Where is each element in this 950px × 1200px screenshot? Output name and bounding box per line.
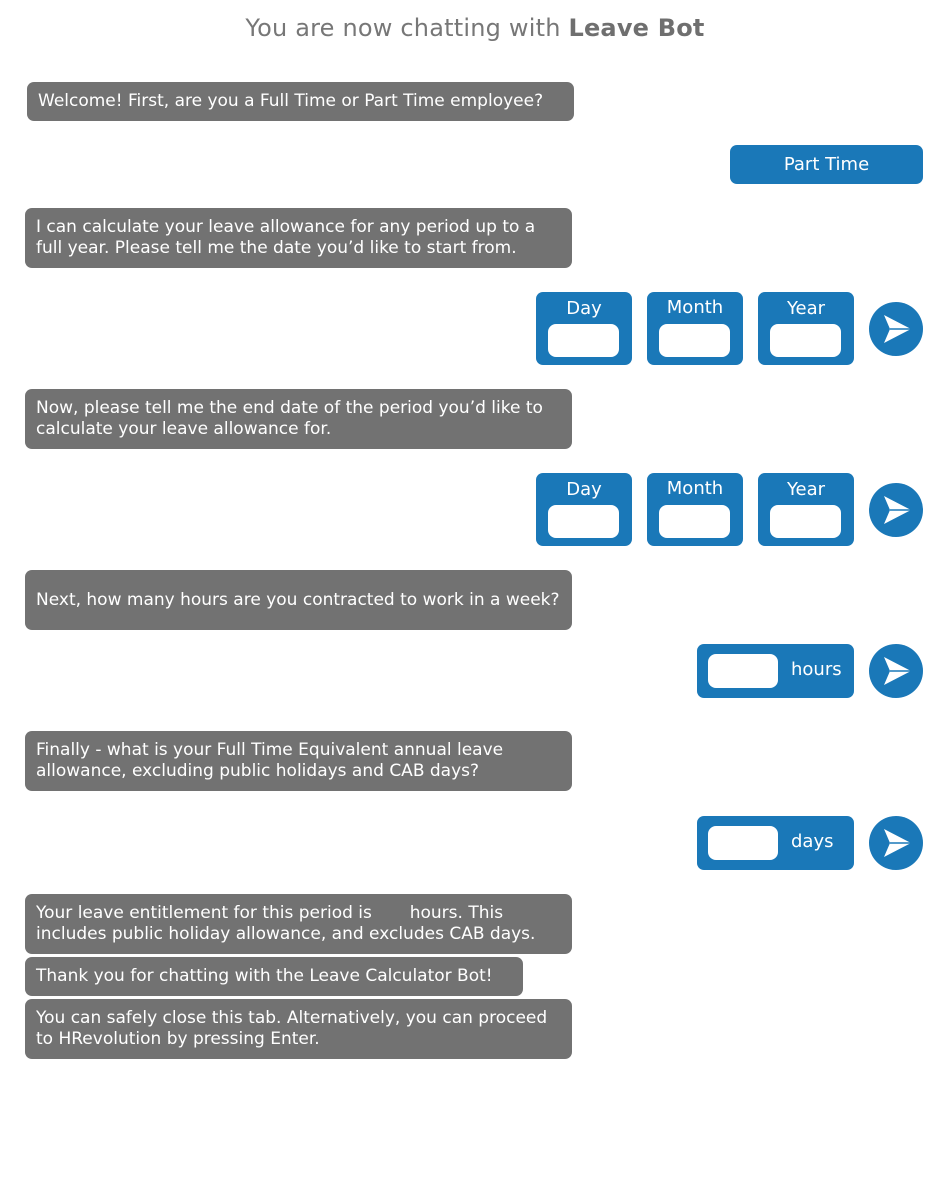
days-input-group: days — [697, 816, 854, 870]
start-month-input[interactable] — [659, 324, 730, 357]
start-year-input[interactable] — [770, 324, 841, 357]
month-label: Month — [666, 478, 724, 499]
send-arrow-icon — [884, 315, 911, 343]
end-month-input[interactable] — [659, 505, 730, 538]
bot-message-thanks: Thank you for chatting with the Leave Ca… — [25, 957, 523, 996]
end-month-group: Month — [647, 473, 743, 546]
send-days-button[interactable] — [869, 816, 923, 870]
send-arrow-icon — [884, 496, 911, 524]
bot-message-closing: You can safely close this tab. Alternati… — [25, 999, 572, 1059]
days-unit-label: days — [791, 831, 834, 852]
month-label: Month — [666, 297, 724, 318]
chat-header: You are now chatting with Leave Bot — [0, 14, 950, 42]
day-label: Day — [566, 298, 602, 319]
start-month-group: Month — [647, 292, 743, 365]
send-arrow-icon — [884, 657, 911, 685]
year-label: Year — [786, 479, 826, 500]
hours-unit-label: hours — [791, 659, 842, 680]
part-time-reply-button[interactable]: Part Time — [730, 145, 923, 184]
year-label: Year — [786, 298, 826, 319]
bot-name: Leave Bot — [568, 14, 705, 42]
bot-message-hours: Next, how many hours are you contracted … — [25, 570, 572, 630]
hours-input[interactable] — [708, 654, 778, 688]
send-arrow-icon — [884, 829, 911, 857]
day-label: Day — [566, 479, 602, 500]
bot-message-start-date: I can calculate your leave allowance for… — [25, 208, 572, 268]
send-end-date-button[interactable] — [869, 483, 923, 537]
end-year-input[interactable] — [770, 505, 841, 538]
bot-message-result: Your leave entitlement for this period i… — [25, 894, 572, 954]
start-day-group: Day — [536, 292, 632, 365]
header-prefix: You are now chatting with — [245, 14, 561, 42]
end-day-group: Day — [536, 473, 632, 546]
days-input[interactable] — [708, 826, 778, 860]
hours-input-group: hours — [697, 644, 854, 698]
bot-message-welcome: Welcome! First, are you a Full Time or P… — [27, 82, 574, 121]
bot-message-fte: Finally - what is your Full Time Equival… — [25, 731, 572, 791]
start-year-group: Year — [758, 292, 854, 365]
start-day-input[interactable] — [548, 324, 619, 357]
bot-message-end-date: Now, please tell me the end date of the … — [25, 389, 572, 449]
end-day-input[interactable] — [548, 505, 619, 538]
end-year-group: Year — [758, 473, 854, 546]
send-start-date-button[interactable] — [869, 302, 923, 356]
send-hours-button[interactable] — [869, 644, 923, 698]
